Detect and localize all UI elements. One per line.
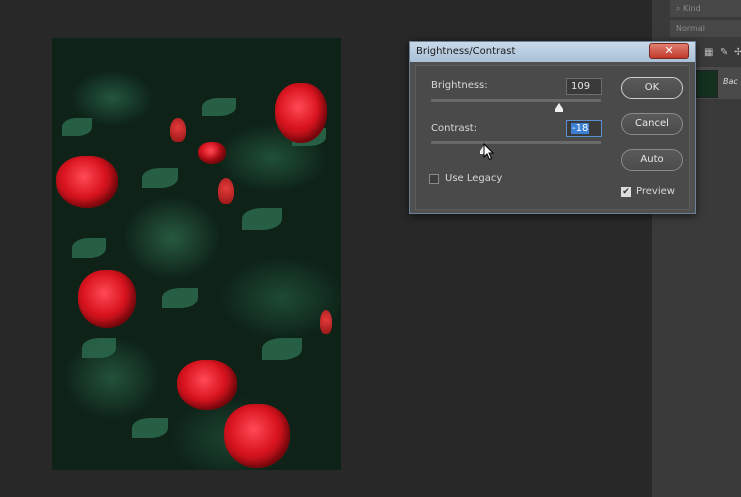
move-icon[interactable]: ✢ <box>734 47 741 58</box>
preview-label: Preview <box>636 186 675 197</box>
leaf <box>242 208 282 230</box>
close-icon: ✕ <box>664 44 674 57</box>
rose <box>198 142 226 164</box>
ok-button[interactable]: OK <box>621 77 683 99</box>
leaf <box>82 338 116 358</box>
lock-icons-row: ▦ ✎ ✢ <box>692 44 741 62</box>
brush-icon[interactable]: ✎ <box>720 47 728 58</box>
auto-button[interactable]: Auto <box>621 149 683 171</box>
contrast-slider-track[interactable] <box>431 141 601 144</box>
use-legacy-label: Use Legacy <box>445 173 503 184</box>
cancel-button[interactable]: Cancel <box>621 113 683 135</box>
rose-bud <box>320 310 332 334</box>
leaf <box>72 238 106 258</box>
leaf <box>202 98 236 116</box>
cancel-label: Cancel <box>635 118 669 129</box>
rose <box>56 156 118 208</box>
rose <box>275 83 327 143</box>
rose-bud <box>218 178 234 204</box>
close-button[interactable]: ✕ <box>649 43 689 59</box>
leaf <box>132 418 168 438</box>
document-image[interactable] <box>52 38 341 470</box>
brightness-label: Brightness: <box>431 80 488 91</box>
contrast-input[interactable]: -18 <box>566 120 602 137</box>
brightness-slider-thumb[interactable] <box>554 103 563 112</box>
rose <box>224 404 290 468</box>
ok-label: OK <box>644 82 660 93</box>
kind-filter-label: Kind <box>683 4 701 13</box>
rose <box>177 360 237 410</box>
mouse-cursor-icon <box>483 143 495 161</box>
brightness-contrast-dialog: Brightness/Contrast ✕ Brightness: 109 Co… <box>409 41 696 214</box>
auto-label: Auto <box>640 154 664 165</box>
leaf <box>62 118 92 136</box>
blend-mode-label: Normal <box>676 24 705 33</box>
brightness-slider-track[interactable] <box>431 99 601 102</box>
leaf <box>162 288 198 308</box>
contrast-label: Contrast: <box>431 123 478 134</box>
contrast-value: -18 <box>571 123 590 134</box>
dialog-title-bar[interactable]: Brightness/Contrast ✕ <box>410 42 695 62</box>
leaf <box>262 338 302 360</box>
use-legacy-checkbox[interactable] <box>429 174 439 184</box>
lock-pixels-icon[interactable]: ▦ <box>704 47 713 58</box>
layer-name: Bac <box>723 77 738 86</box>
layer-row-background[interactable]: Bac <box>690 67 741 99</box>
layer-thumbnail <box>696 70 718 98</box>
rose <box>78 270 136 328</box>
kind-filter-field[interactable]: ⌕ Kind <box>670 0 741 17</box>
dialog-body: Brightness: 109 Contrast: -18 Use Legacy… <box>415 65 690 210</box>
blend-mode-select[interactable]: Normal <box>670 20 741 37</box>
brightness-input[interactable]: 109 <box>566 78 602 95</box>
brightness-value: 109 <box>571 81 591 92</box>
rose-bud <box>170 118 186 142</box>
dialog-title: Brightness/Contrast <box>416 46 516 57</box>
preview-checkbox[interactable]: ✔ <box>621 187 631 197</box>
leaf <box>142 168 178 188</box>
